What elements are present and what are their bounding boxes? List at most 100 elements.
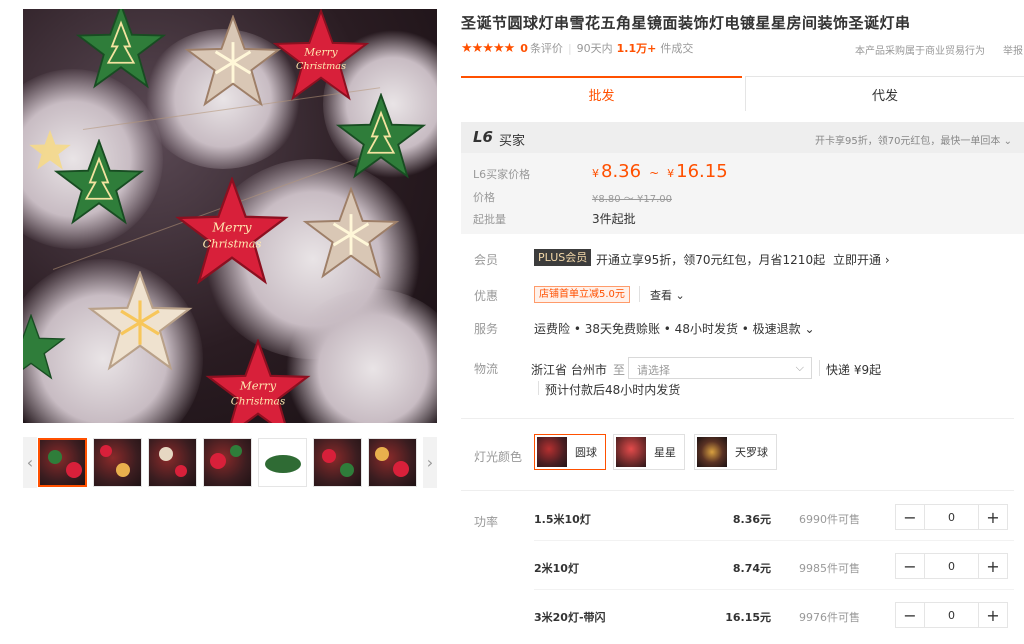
thumbnail[interactable]: [258, 438, 307, 487]
level-perk-link[interactable]: 开卡享95折，领70元红包，最快一单回本 ⌄: [815, 132, 1012, 147]
spec-name: 1.5米10灯: [534, 513, 591, 526]
spec-name: 2米10灯: [534, 562, 579, 575]
level-badge: L6: [473, 128, 493, 146]
price-low: 8.36: [601, 161, 642, 182]
rating-row: ★★★★★ 0 条评价 | 90天内 1.1万+ 件成交: [461, 40, 693, 56]
increment-button[interactable]: +: [979, 554, 1007, 578]
rating-stars-icon: ★★★★★: [461, 40, 515, 56]
spec-name: 3米20灯-带闪: [534, 611, 606, 624]
sold-suffix: 件成交: [660, 42, 694, 55]
chevron-left-icon[interactable]: ‹: [23, 437, 37, 488]
quantity-stepper: − 0 +: [895, 553, 1008, 579]
thumbnail[interactable]: [38, 438, 87, 487]
green-tree-star-light: [335, 93, 427, 179]
thumbnail[interactable]: [203, 438, 252, 487]
chevron-right-icon[interactable]: ›: [423, 437, 437, 488]
quantity-stepper: − 0 +: [895, 504, 1008, 530]
original-price-label: 价格: [473, 191, 495, 204]
divider: [819, 360, 820, 376]
thumbnail[interactable]: [93, 438, 142, 487]
spec-row: 2米10灯 8.74元 9985件可售 − 0 +: [461, 542, 1014, 590]
green-tree-star-light: [75, 9, 167, 89]
svg-text:Merry: Merry: [303, 45, 338, 58]
decrement-button[interactable]: −: [896, 505, 924, 529]
red-merry-christmas-star-light: Merry Christmas: [203, 339, 313, 423]
tab-wholesale[interactable]: 批发: [461, 76, 742, 111]
increment-button[interactable]: +: [979, 505, 1007, 529]
thumbnail[interactable]: [148, 438, 197, 487]
spec-price: 16.15元: [725, 611, 771, 624]
quantity-input[interactable]: 0: [924, 554, 979, 578]
quantity-input[interactable]: 0: [924, 505, 979, 529]
review-count[interactable]: 0: [520, 42, 528, 55]
color-swatch: [697, 437, 727, 467]
snowflake-star-light: [183, 15, 283, 107]
svg-text:Merry: Merry: [239, 379, 277, 393]
spec-stock: 9985件可售: [799, 562, 860, 575]
row-divider: [534, 589, 1014, 590]
svg-text:Christmas: Christmas: [231, 395, 286, 407]
increment-button[interactable]: +: [979, 603, 1007, 627]
purchase-note: 本产品采购属于商业贸易行为: [855, 46, 985, 57]
moq-value: 3件起批: [592, 212, 636, 226]
sold-count: 1.1万+: [616, 42, 657, 55]
level-name: 买家: [499, 134, 526, 149]
section-divider: [461, 418, 1014, 419]
price-box: L6 买家 开卡享95折，领70元红包，最快一单回本 ⌄ L6买家价格 ¥8.3…: [461, 122, 1024, 234]
green-tree-star-light: [23, 314, 67, 380]
svg-text:Christmas: Christmas: [203, 236, 262, 250]
color-option-star[interactable]: 星星: [613, 434, 685, 470]
decrement-button[interactable]: −: [896, 603, 924, 627]
thumbnail[interactable]: [313, 438, 362, 487]
product-title: 圣诞节圆球灯串雪花五角星镜面装饰灯电镀星星房间装饰圣诞灯串: [461, 14, 911, 32]
color-option-ball[interactable]: 圆球: [534, 434, 606, 470]
divider: |: [567, 41, 572, 55]
purchase-mode-tabs: 批发 代发: [461, 76, 1024, 111]
original-price: ¥8.80 ～ ¥17.00: [592, 194, 672, 205]
price-high: 16.15: [676, 161, 728, 182]
plus-member-badge: PLUS会员: [534, 249, 592, 266]
spec-price: 8.74元: [732, 562, 771, 575]
review-label[interactable]: 条评价: [530, 40, 563, 56]
thumbnail[interactable]: [368, 438, 417, 487]
svg-text:Christmas: Christmas: [296, 61, 346, 72]
quantity-input[interactable]: 0: [924, 603, 979, 627]
price-range: ¥8.36 ~ ¥16.15: [592, 161, 728, 182]
destination-select[interactable]: 请选择 ⌵: [628, 357, 812, 379]
color-label: 灯光颜色: [474, 450, 523, 464]
spec-stock: 9976件可售: [799, 611, 860, 624]
ship-to-label: 至: [613, 363, 626, 377]
color-swatch: [537, 437, 567, 467]
member-level-header: L6 买家 开卡享95折，领70元红包，最快一单回本 ⌄: [461, 122, 1024, 153]
color-option-net-ball[interactable]: 天罗球: [694, 434, 777, 470]
destination-placeholder: 请选择: [637, 364, 670, 377]
report-link[interactable]: 举报: [1003, 42, 1023, 57]
ship-time-note: 预计付款后48小时内发货: [545, 383, 681, 397]
open-membership-link[interactable]: 立即开通 ›: [833, 251, 890, 268]
tab-dropship[interactable]: 代发: [745, 76, 1024, 111]
sold-prefix: 90天内: [576, 42, 613, 55]
decrement-button[interactable]: −: [896, 554, 924, 578]
view-coupons-dropdown[interactable]: 查看 ⌄: [650, 287, 685, 303]
quantity-stepper: − 0 +: [895, 602, 1008, 628]
member-label: 会员: [474, 253, 499, 267]
ship-origin: 浙江省 台州市: [531, 363, 607, 377]
glowing-star-light: [27, 129, 73, 171]
snowflake-star-light: [85, 271, 195, 371]
store-coupon-badge[interactable]: 店铺首单立减5.0元: [534, 286, 630, 303]
spec-row: 3米20灯-带闪 16.15元 9976件可售 − 0 +: [461, 591, 1014, 644]
color-swatch: [616, 437, 646, 467]
spec-stock: 6990件可售: [799, 513, 860, 526]
service-label: 服务: [474, 322, 499, 336]
red-merry-christmas-star-light: Merry Christmas: [173, 177, 291, 285]
spec-price: 8.36元: [732, 513, 771, 526]
logistics-label: 物流: [474, 362, 499, 376]
divider: [639, 286, 640, 302]
main-product-image[interactable]: Merry Christmas Merry Christmas Merry Chris…: [23, 9, 437, 423]
thumbnail-strip: ‹ ›: [23, 437, 437, 488]
snowflake-star-light: [301, 187, 401, 279]
service-list-dropdown[interactable]: 运费险 • 38天免费赊账 • 48小时发货 • 极速退款 ⌄: [534, 320, 815, 337]
spec-row: 1.5米10灯 8.36元 6990件可售 − 0 +: [461, 493, 1014, 541]
divider: [538, 381, 539, 395]
l6-price-label: L6买家价格: [473, 168, 531, 181]
